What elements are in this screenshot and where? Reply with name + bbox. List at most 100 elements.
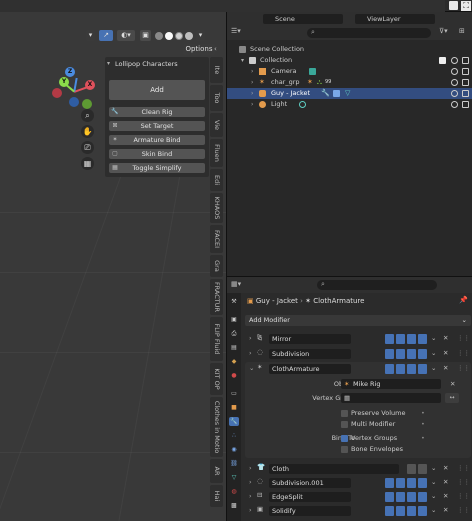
neg-x-axis-ball[interactable] (52, 88, 62, 98)
tab-edit[interactable]: Edi (210, 169, 223, 191)
render-toggle[interactable] (418, 506, 427, 516)
modifier-cloth-armature[interactable]: ⌄ ✶ ClothArmature ⌄ ✕ ⋮⋮ (245, 363, 471, 375)
expand-icon[interactable]: › (249, 349, 252, 357)
close-icon[interactable]: ✕ (443, 478, 448, 486)
rendered-shading-icon[interactable] (185, 32, 193, 40)
modifier-tab-icon[interactable]: 🔧 (229, 417, 239, 426)
add-button[interactable]: Add (109, 80, 205, 100)
close-icon[interactable]: ✕ (443, 349, 448, 357)
modifier-subdivision[interactable]: › ◌ Subdivision ⌄ ✕ ⋮⋮ (245, 348, 471, 360)
close-icon[interactable]: ✕ (443, 364, 448, 372)
tab-graph[interactable]: Gra (210, 255, 223, 277)
cage-toggle[interactable] (396, 349, 405, 359)
data-tab-icon[interactable]: ▽ (229, 473, 239, 482)
edit-mode-toggle[interactable] (385, 334, 394, 344)
expand-icon[interactable]: › (251, 77, 253, 88)
vertex-groups-checkbox[interactable] (341, 435, 348, 442)
close-icon[interactable]: ✕ (443, 334, 448, 342)
drag-handle-icon[interactable]: ⋮⋮ (457, 464, 470, 472)
object-field[interactable]: ✶ Mike Rig (341, 379, 441, 389)
close-icon[interactable]: ✕ (443, 492, 448, 500)
render-toggle[interactable] (418, 349, 427, 359)
tab-clothes-in-motion[interactable]: Clothes in Motio (210, 397, 223, 457)
pan-hand-icon[interactable]: ✋ (81, 125, 94, 138)
neg-y-axis-ball[interactable] (82, 99, 92, 109)
expand-icon[interactable]: › (249, 492, 252, 500)
expand-icon[interactable]: ▾ (241, 55, 244, 66)
overlay-toggle-icon[interactable]: ◐▾ (117, 30, 135, 41)
bone-envelopes-checkbox[interactable] (341, 446, 348, 453)
view-layer-tab-icon[interactable]: ▤ (229, 343, 239, 352)
maximize-icon[interactable]: ⛶ (461, 1, 471, 11)
edit-mode-toggle[interactable] (385, 364, 394, 374)
properties-search-input[interactable]: ⌕ (317, 280, 437, 290)
cage-toggle[interactable] (396, 334, 405, 344)
constraints-tab-icon[interactable]: ⛓ (229, 459, 239, 468)
render-toggle[interactable] (418, 492, 427, 502)
object-tab-icon[interactable]: ■ (229, 403, 239, 412)
viewport-toggle[interactable] (407, 334, 416, 344)
viewport-toggle[interactable] (407, 464, 416, 474)
tab-flip-fluid[interactable]: FLIP Fluid (210, 317, 223, 361)
solid-shading-icon[interactable] (165, 32, 173, 40)
expand-icon[interactable]: › (251, 66, 253, 77)
outliner-row-light[interactable]: › Light (227, 99, 472, 110)
drag-handle-icon[interactable]: ⋮⋮ (457, 349, 470, 357)
drag-handle-icon[interactable]: ⋮⋮ (457, 478, 470, 486)
viewlayer-selector[interactable]: ViewLayer (355, 14, 435, 24)
physics-tab-icon[interactable]: ◉ (229, 445, 239, 454)
material-tab-icon[interactable]: ◍ (229, 487, 239, 496)
keyframe-dot-icon[interactable]: • (421, 434, 425, 442)
close-icon[interactable]: ✕ (443, 464, 448, 472)
toggle-simplify-button[interactable]: ▦ Toggle Simplify (109, 163, 205, 173)
collapse-icon[interactable]: ‹ (214, 45, 217, 53)
dropdown-icon[interactable]: ⌄ (431, 349, 436, 357)
expand-icon[interactable]: › (251, 88, 253, 99)
modifier-mirror[interactable]: › ⧎ Mirror ⌄ ✕ ⋮⋮ (245, 333, 471, 345)
cage-toggle[interactable] (396, 364, 405, 374)
set-target-button[interactable]: ⊠ Set Target (109, 121, 205, 131)
view-menu-icon[interactable]: ▾ (86, 30, 95, 41)
armature-bind-button[interactable]: ✶ Armature Bind (109, 135, 205, 145)
particles-tab-icon[interactable]: ∴ (229, 431, 239, 440)
y-axis-ball[interactable]: Y (59, 77, 69, 87)
dropdown-icon[interactable]: ⌄ (431, 334, 436, 342)
cage-toggle[interactable] (396, 492, 405, 502)
dropdown-icon[interactable]: ⌄ (431, 364, 436, 372)
tab-facei[interactable]: FACEI (210, 225, 223, 253)
pin-icon[interactable]: 📌 (459, 296, 468, 304)
clean-rig-button[interactable]: 🔧 Clean Rig (109, 107, 205, 117)
viewport-toggle[interactable] (407, 349, 416, 359)
camera-render-icon[interactable] (462, 90, 469, 97)
new-collection-icon[interactable]: ⊞ (459, 27, 465, 35)
editor-type-icon[interactable]: ▦▾ (231, 280, 241, 288)
options-button[interactable]: Options (183, 44, 215, 55)
panel-collapse-icon[interactable]: ▾ (107, 60, 110, 67)
outliner-row-guy-jacket[interactable]: › Guy - Jacket 🔧 ▽ (227, 88, 472, 99)
scene-tab-icon[interactable]: ◆ (229, 357, 239, 366)
tab-ar[interactable]: AR (210, 459, 223, 483)
edit-mode-toggle[interactable] (385, 506, 394, 516)
tab-fluent[interactable]: Fluen (210, 139, 223, 167)
drag-handle-icon[interactable]: ⋮⋮ (457, 492, 470, 500)
tab-hair[interactable]: Hai (210, 485, 223, 507)
clear-icon[interactable]: ✕ (450, 380, 455, 388)
collection-checkbox[interactable] (439, 57, 446, 64)
add-modifier-dropdown[interactable]: Add Modifier ⌄ (245, 315, 471, 326)
tool-tab-icon[interactable]: ⚒ (229, 297, 239, 306)
eye-icon[interactable] (451, 57, 458, 64)
zoom-icon[interactable]: ⌕ (81, 109, 94, 122)
eye-icon[interactable] (451, 79, 458, 86)
drag-handle-icon[interactable]: ⋮⋮ (457, 364, 470, 372)
viewport-toggle[interactable] (407, 492, 416, 502)
modifier-solidify[interactable]: › ▣ Solidify ⌄ ✕ ⋮⋮ (245, 505, 471, 517)
tab-item[interactable]: Ite (210, 57, 223, 83)
wireframe-shading-icon[interactable] (155, 32, 163, 40)
cage-toggle[interactable] (396, 506, 405, 516)
edit-mode-toggle[interactable] (385, 349, 394, 359)
eye-icon[interactable] (451, 68, 458, 75)
dropdown-icon[interactable]: ⌄ (431, 506, 436, 514)
shading-menu-icon[interactable]: ▾ (196, 30, 205, 41)
navigation-gizmo[interactable]: X Z Y (50, 67, 100, 117)
tab-khaos[interactable]: KHAOS (210, 193, 223, 223)
